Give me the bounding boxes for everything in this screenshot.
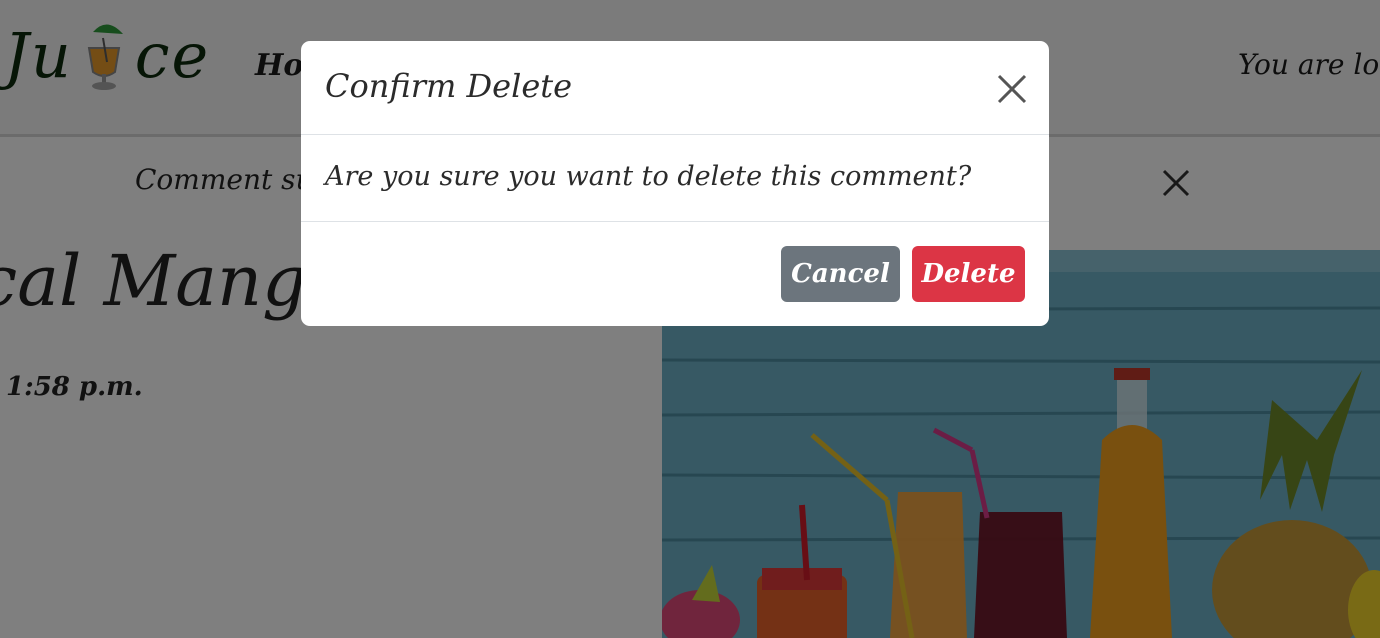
modal-title: Confirm Delete bbox=[325, 67, 573, 105]
modal-header: Confirm Delete bbox=[301, 41, 1049, 135]
modal-message: Are you sure you want to delete this com… bbox=[325, 161, 972, 192]
modal-close-button[interactable] bbox=[995, 72, 1029, 106]
page: Ju ce Hor You are log Comment sub bbox=[0, 0, 1380, 638]
cancel-button[interactable]: Cancel bbox=[781, 246, 900, 302]
delete-button[interactable]: Delete bbox=[912, 246, 1025, 302]
confirm-delete-modal: Confirm Delete Are you sure you want to … bbox=[301, 41, 1049, 326]
modal-body: Are you sure you want to delete this com… bbox=[301, 135, 1049, 222]
modal-footer: Cancel Delete bbox=[301, 222, 1049, 326]
close-icon bbox=[997, 74, 1027, 104]
